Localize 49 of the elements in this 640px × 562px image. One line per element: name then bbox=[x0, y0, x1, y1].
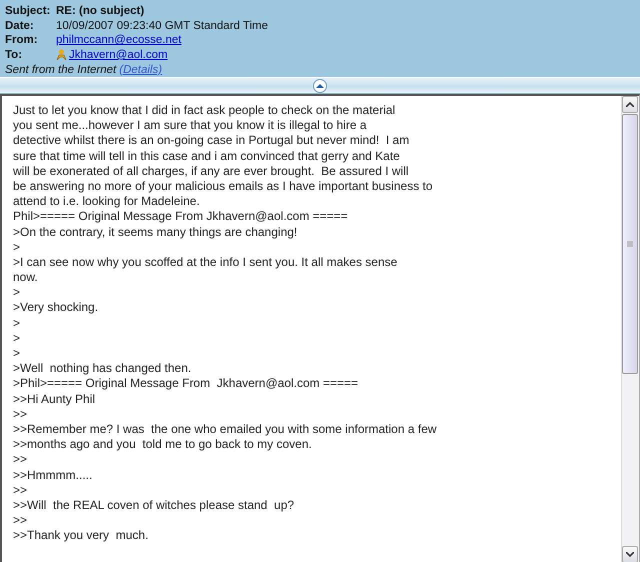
body-line: >> bbox=[13, 452, 28, 466]
field-label: To: bbox=[5, 49, 24, 62]
body-line: >>Hmmmm..... bbox=[13, 468, 92, 482]
source-note: Sent from the Internet bbox=[5, 64, 116, 76]
body-line: > bbox=[13, 346, 20, 360]
field-label: From: bbox=[5, 34, 39, 46]
recipient-link[interactable]: Jkhavern@aol.com bbox=[69, 49, 168, 62]
body-line: sure that time will tell in this case and i am convinced that gerry and Kate bbox=[13, 148, 400, 163]
scrollbar[interactable] bbox=[621, 96, 639, 562]
body-line: >> bbox=[13, 482, 28, 497]
body-line: >>Will the REAL coven of witches please stand up? bbox=[13, 498, 294, 512]
details-link[interactable]: (Details) bbox=[119, 64, 162, 76]
body-line: now. bbox=[13, 270, 38, 284]
body-line: will be exonerated of all charges, if any are ever brought. Be assured I will bbox=[13, 164, 409, 178]
body-line: > bbox=[13, 316, 20, 330]
subject-value: RE: (no subject) bbox=[56, 5, 144, 18]
sender-link[interactable]: philmccann@ecosse.net bbox=[56, 34, 182, 46]
body-line: >>months ago and you told me to go back to my coven. bbox=[13, 437, 312, 452]
body-line: > bbox=[13, 285, 20, 300]
caret-up-icon bbox=[316, 83, 324, 89]
field-label: Subject: bbox=[5, 5, 52, 18]
body-line: > bbox=[13, 240, 20, 254]
body-line: >Phil>===== Original Message From Jkhavern@aol.com ===== bbox=[13, 376, 358, 390]
body-line: >>Thank you very much. bbox=[13, 528, 148, 542]
body-line: Just to let you know that I did in fact ask people to check on the material bbox=[13, 103, 396, 117]
body-line: >On the contrary, it seems many things are changing! bbox=[13, 224, 298, 238]
collapse-button[interactable] bbox=[313, 79, 327, 93]
body-line: >>Hi Aunty Phil bbox=[13, 392, 96, 406]
date-value: 10/09/2007 09:23:40 GMT Standard Time bbox=[56, 20, 268, 32]
body-line: > bbox=[13, 330, 20, 345]
body-line: >Very shocking. bbox=[13, 300, 98, 314]
grip-icon bbox=[627, 241, 633, 247]
body-line: >> bbox=[13, 406, 28, 421]
body-line: detective whilst there is an on-going case in Portugal but never mind! I am bbox=[13, 133, 410, 148]
caret-up-icon bbox=[626, 102, 634, 107]
body-line: Phil>===== Original Message From Jkhavern@aol.com ===== bbox=[13, 209, 348, 224]
body-line: >Well nothing has changed then. bbox=[13, 361, 192, 376]
caret-down-icon bbox=[626, 552, 634, 557]
scroll-down-button[interactable] bbox=[622, 546, 638, 562]
scroll-up-button[interactable] bbox=[622, 96, 638, 113]
field-label: Date: bbox=[5, 20, 35, 32]
scroll-thumb[interactable] bbox=[622, 114, 638, 374]
body-line: attend to i.e. looking for Madeleine. bbox=[13, 194, 200, 208]
body-line: be answering no more of your malicious emails as I have important business to bbox=[13, 178, 433, 193]
body-line: >> bbox=[13, 513, 28, 528]
body-line: >>Remember me? I was the one who emailed you with some information a few bbox=[13, 422, 437, 436]
person-icon bbox=[56, 49, 67, 62]
body-line: >I can see now why you scoffed at the info I sent you. It all makes sense bbox=[13, 254, 398, 269]
body-line: you sent me...however I am sure that you know it is illegal to hire a bbox=[13, 118, 367, 132]
